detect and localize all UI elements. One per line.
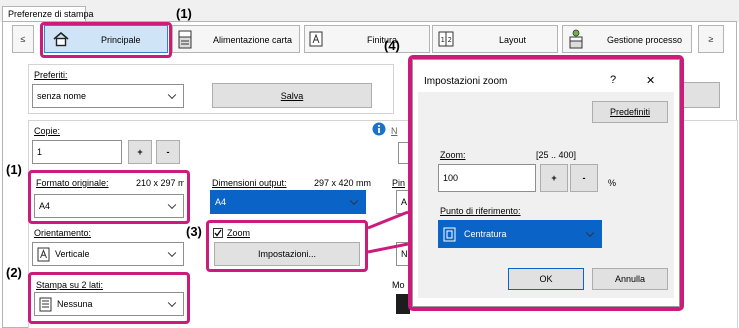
dialog-zoom-label: Zoom: [440, 150, 466, 160]
callout-2: (2) [6, 265, 22, 280]
dialog-close-button[interactable]: ✕ [646, 74, 655, 87]
dialog-annulla-button[interactable]: Annulla [592, 268, 668, 290]
dialog-ok-button[interactable]: OK [508, 268, 584, 290]
dialog-zoom-unit: % [608, 178, 617, 188]
dialog-reference-label: Punto di riferimento: [440, 206, 521, 216]
center-reference-icon [443, 227, 456, 241]
dialog-zoom-minus-button[interactable]: - [570, 164, 598, 192]
dialog-help-button[interactable]: ? [610, 74, 616, 86]
dialog-title: Impostazioni zoom [424, 76, 508, 87]
predefiniti-button[interactable]: Predefiniti [592, 101, 668, 123]
dialog-zoom-input[interactable]: 100 [438, 164, 536, 192]
dialog-zoom-range: [25 .. 400] [536, 150, 577, 160]
dialog-reference-combo[interactable]: Centratura [438, 220, 602, 248]
callout-1-left: (1) [6, 162, 22, 177]
callout-4: (4) [384, 38, 400, 53]
dialog-zoom-plus-button[interactable]: + [540, 164, 568, 192]
callout-3: (3) [186, 224, 202, 239]
callout-1-top: (1) [176, 6, 192, 21]
